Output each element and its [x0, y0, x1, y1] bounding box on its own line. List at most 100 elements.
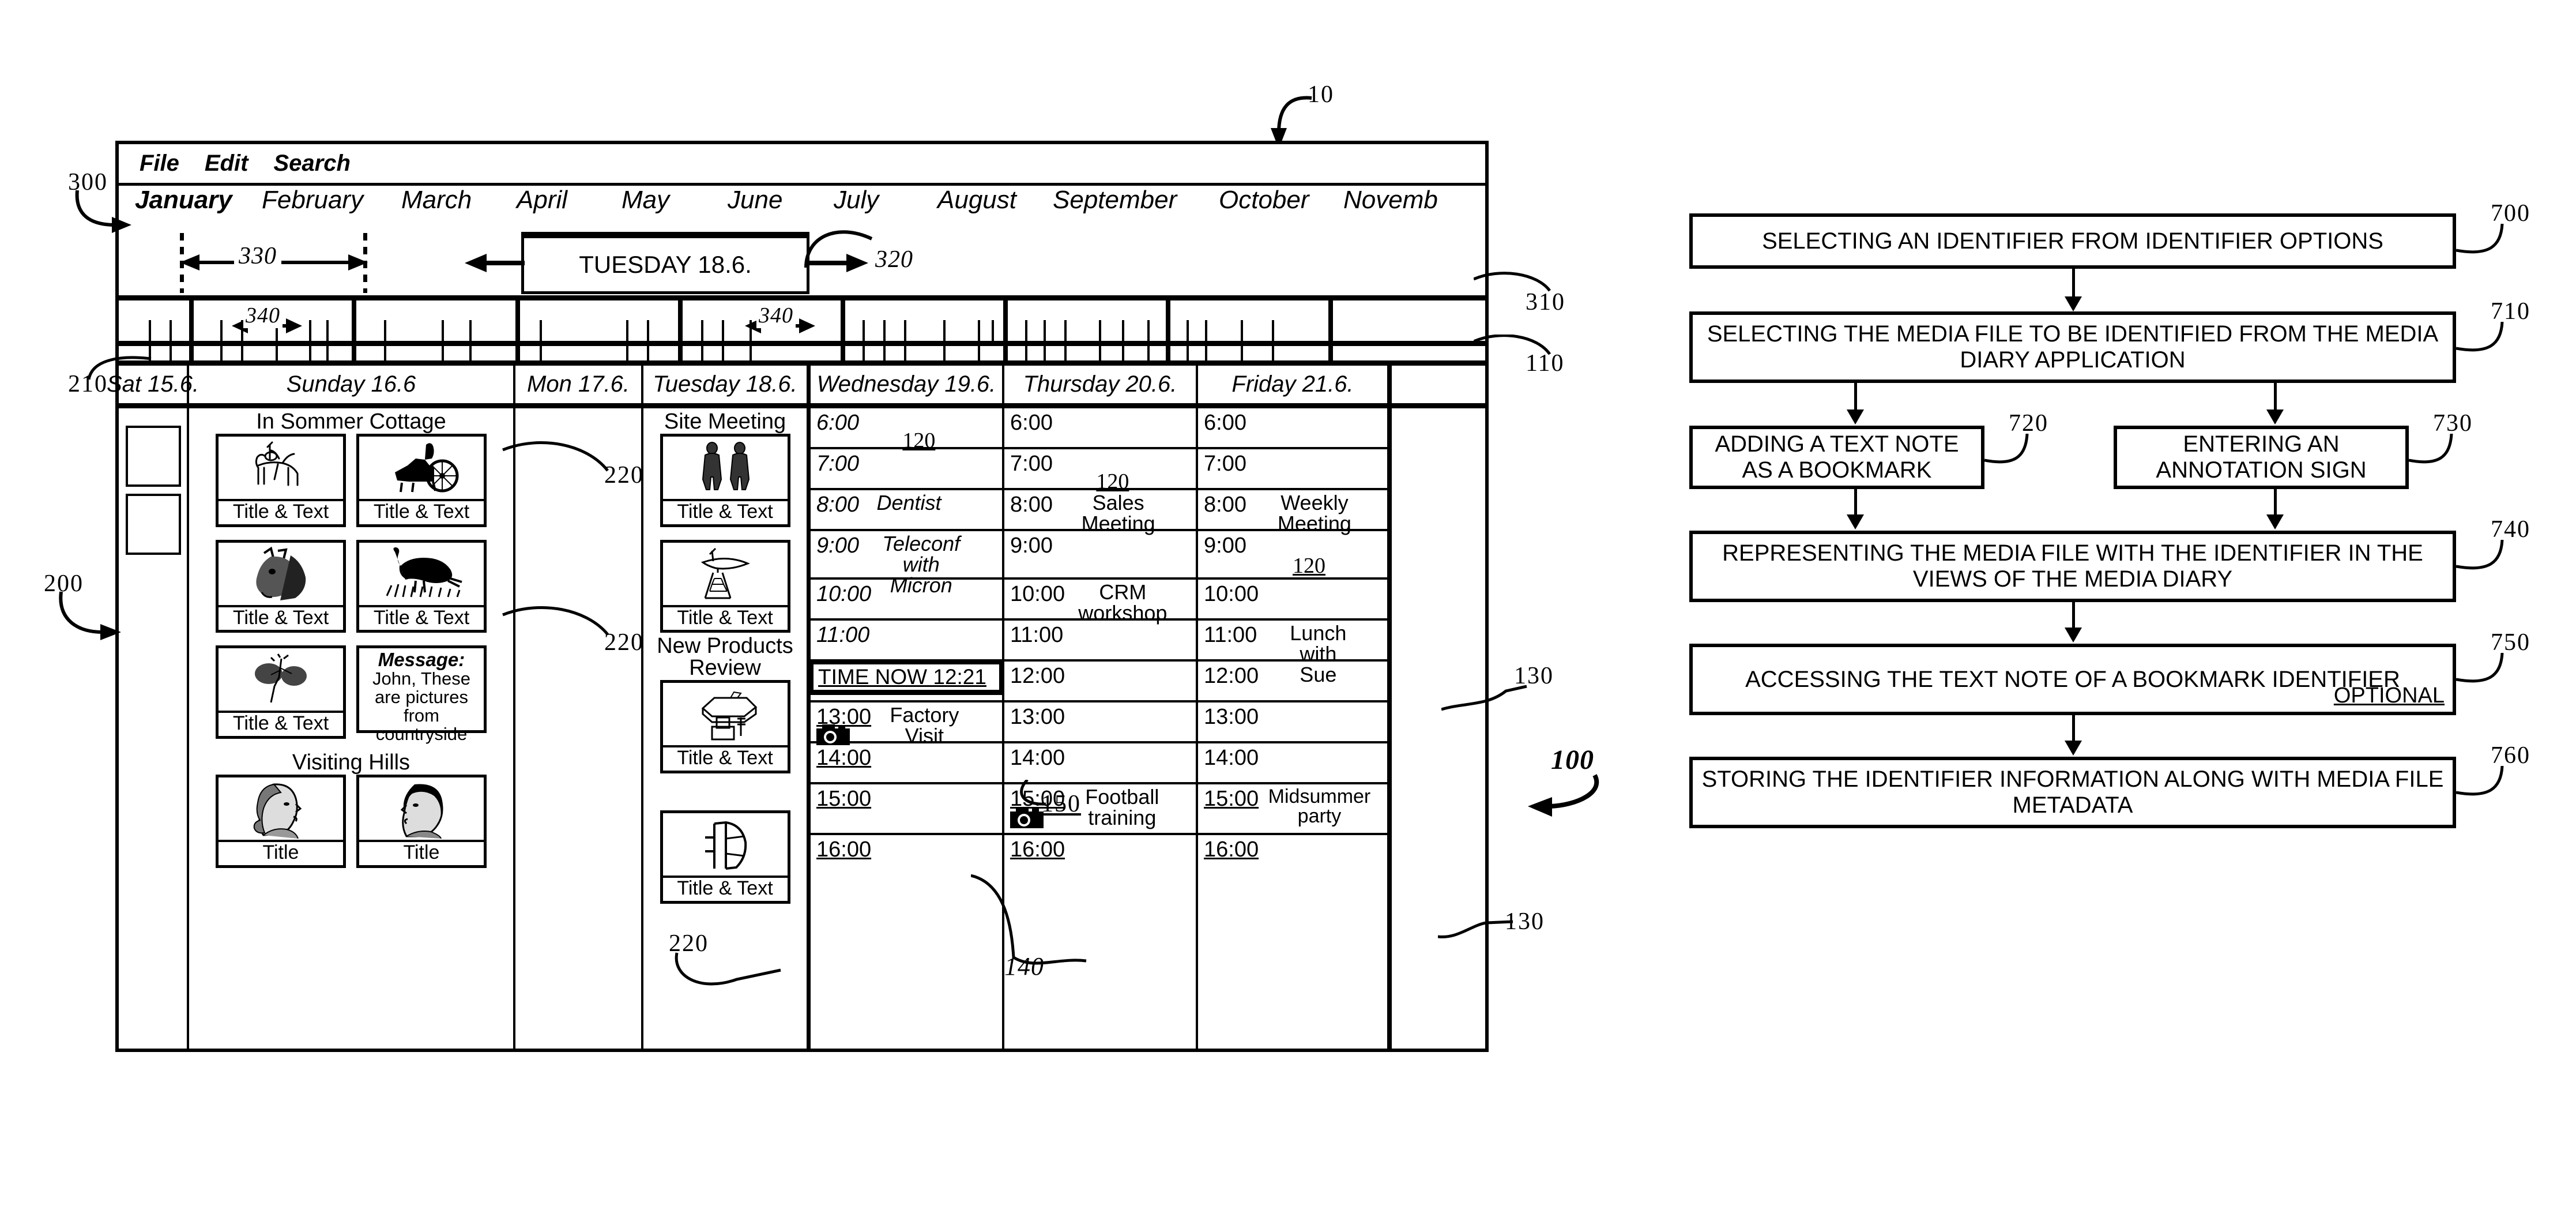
time-slot[interactable]: 14:00 — [1004, 743, 1196, 784]
menu-item-file[interactable]: File — [140, 151, 179, 176]
ref-leader-110 — [1474, 335, 1551, 355]
day-header-wednesday[interactable]: Wednesday 19.6. — [811, 366, 1004, 403]
thumbnail-horse-head[interactable]: Title & Text — [216, 539, 346, 633]
ruler-tick — [863, 320, 865, 341]
time-label: 6:00 — [816, 411, 859, 435]
flow-step-760-text: STORING THE IDENTIFIER INFORMATION ALONG… — [1701, 767, 2444, 818]
day-header-sunday[interactable]: Sunday 16.6 — [189, 366, 515, 403]
flow-step-760[interactable]: STORING THE IDENTIFIER INFORMATION ALONG… — [1689, 757, 2456, 828]
day-header-friday[interactable]: Friday 21.6. — [1198, 366, 1392, 403]
flow-step-730[interactable]: ENTERING AN ANNOTATION SIGN — [2114, 426, 2409, 489]
thumbnail-horse-carriage[interactable]: Title & Text — [356, 434, 487, 527]
time-slot[interactable]: 9:00 120 — [1198, 531, 1387, 580]
time-slot[interactable]: 13:00 Factory Visit — [811, 702, 1002, 746]
thumbnail-row: Title & Text — [650, 680, 800, 774]
time-slot[interactable]: 6:00 — [1198, 408, 1387, 449]
time-slot[interactable]: 7:00 — [811, 449, 1002, 490]
month-august[interactable]: August — [937, 186, 1016, 215]
month-october[interactable]: October — [1219, 186, 1309, 215]
ref-label-340-b: 340 — [756, 303, 796, 328]
time-slot[interactable]: 10:00 — [1198, 580, 1387, 621]
thumbnail-tree[interactable]: Title & Text — [216, 645, 346, 739]
media-diary-window[interactable]: File Edit Search January February March … — [107, 141, 1489, 1052]
ruler-subtick — [943, 346, 946, 360]
time-slot[interactable]: 8:00 Weekly Meeting — [1198, 490, 1387, 534]
time-slot[interactable]: 6:00 — [1004, 408, 1196, 449]
thumbnail-antenna-tower[interactable]: Title & Text — [660, 539, 790, 633]
bookmark-ref-120: 120 — [1293, 554, 1325, 578]
message-thumbnail[interactable]: Message: John, These are pictures from c… — [356, 645, 487, 743]
time-slot[interactable]: 14:00 — [811, 743, 1002, 784]
menu-bar[interactable]: File Edit Search — [119, 144, 1485, 186]
ruler-subtick — [1187, 346, 1189, 360]
month-july[interactable]: July — [834, 186, 879, 215]
thumbnail-woman-portrait-2[interactable]: Title — [356, 775, 487, 868]
ruler-subtick — [701, 346, 703, 360]
time-label: 10:00 — [816, 582, 872, 606]
time-slot[interactable]: 11:00 — [811, 621, 1002, 662]
month-march[interactable]: March — [401, 186, 472, 215]
time-slot[interactable]: 13:00 — [1004, 702, 1196, 743]
placeholder-thumb[interactable] — [126, 426, 181, 487]
day-header-tuesday[interactable]: Tuesday 18.6. — [643, 366, 811, 403]
flow-step-750[interactable]: ACCESSING THE TEXT NOTE OF A BOOKMARK ID… — [1689, 644, 2456, 715]
time-slot[interactable]: 10:00 CRM workshop — [1004, 580, 1196, 623]
flow-step-730-text: ENTERING AN ANNOTATION SIGN — [2156, 431, 2367, 483]
thumbnail-machine[interactable]: Title & Text — [660, 680, 790, 774]
flow-step-720[interactable]: ADDING A TEXT NOTE AS A BOOKMARK — [1689, 426, 1984, 489]
time-slot[interactable]: 11:00 Lunch with Sue — [1198, 621, 1387, 685]
time-slot[interactable]: 16:00 — [1198, 835, 1387, 876]
selected-day-box[interactable]: TUESDAY 18.6. — [521, 232, 809, 294]
flow-step-710[interactable]: SELECTING THE MEDIA FILE TO BE IDENTIFIE… — [1689, 311, 2456, 383]
time-slot[interactable]: 10:00 — [811, 580, 1002, 621]
month-january[interactable]: January — [135, 186, 232, 215]
thumbnail-caption: Title & Text — [662, 876, 788, 901]
day-column-friday[interactable]: 6:00 7:00 8:00 Weekly Meeting 9:00 120 1… — [1198, 408, 1392, 1049]
day-header-thursday[interactable]: Thursday 20.6. — [1004, 366, 1198, 403]
day-column-sunday[interactable]: In Sommer Cottage Title & Text Title & T… — [189, 408, 515, 1049]
time-slot[interactable]: 12:00 — [1198, 662, 1387, 702]
time-slot[interactable]: 12:00 — [1004, 662, 1196, 702]
flow-step-740[interactable]: REPRESENTING THE MEDIA FILE WITH THE IDE… — [1689, 531, 2456, 602]
flow-step-700[interactable]: SELECTING AN IDENTIFIER FROM IDENTIFIER … — [1689, 213, 2456, 269]
time-slot[interactable]: 11:00 — [1004, 621, 1196, 662]
time-slot[interactable]: 9:00 — [1004, 531, 1196, 580]
menu-item-edit[interactable]: Edit — [205, 151, 248, 176]
month-strip[interactable]: January February March April May June Ju… — [119, 186, 1485, 231]
menu-item-search[interactable]: Search — [273, 151, 350, 176]
time-slot[interactable]: 14:00 — [1198, 743, 1387, 784]
time-slot[interactable]: 7:00 120 — [1004, 449, 1196, 494]
timeline-ruler[interactable]: 340 340 — [119, 295, 1485, 346]
month-november[interactable]: Novemb — [1343, 186, 1438, 215]
time-slot[interactable]: 7:00 — [1198, 449, 1387, 490]
ruler-tick — [1241, 320, 1243, 341]
thumbnail-bird[interactable]: Title & Text — [356, 539, 487, 633]
thumbnail-horse-rider[interactable]: Title & Text — [216, 434, 346, 527]
time-slot[interactable]: 15:00 Midsummer party — [1198, 784, 1387, 835]
ruler-subtick — [678, 346, 683, 360]
month-april[interactable]: April — [517, 186, 567, 215]
time-now-slot[interactable]: TIME NOW 12:21 — [811, 662, 1002, 702]
thumbnail-device[interactable]: Title & Text — [660, 810, 790, 904]
ref-leader-140 — [971, 874, 1087, 965]
day-header-mon[interactable]: Mon 17.6. — [515, 366, 643, 403]
month-may[interactable]: May — [622, 186, 669, 215]
placeholder-thumb[interactable] — [126, 494, 181, 555]
timeline-ruler-subband[interactable] — [119, 346, 1485, 366]
month-september[interactable]: September — [1053, 186, 1177, 215]
day-column-mon[interactable] — [515, 408, 643, 1049]
time-slot[interactable]: 13:00 — [1198, 702, 1387, 743]
thumbnail-caption: Title & Text — [219, 604, 343, 630]
time-slot[interactable]: 8:00 Dentist — [811, 490, 1002, 531]
time-slot[interactable]: 8:00 Sales Meeting — [1004, 490, 1196, 534]
time-slot[interactable]: 15:00 — [811, 784, 1002, 835]
thumbnail-woman-portrait[interactable]: Title — [216, 775, 346, 868]
thumbnail-two-people[interactable]: Title & Text — [660, 434, 790, 527]
time-slot[interactable]: 6:00 120 — [811, 408, 1002, 453]
ruler-separator — [841, 300, 845, 341]
day-column-sat[interactable] — [119, 408, 189, 1049]
month-june[interactable]: June — [728, 186, 782, 215]
flow-step-720-text: ADDING A TEXT NOTE AS A BOOKMARK — [1715, 431, 1959, 483]
time-slot[interactable]: 9:00 Teleconf with Micron — [811, 531, 1002, 596]
month-february[interactable]: February — [262, 186, 363, 215]
